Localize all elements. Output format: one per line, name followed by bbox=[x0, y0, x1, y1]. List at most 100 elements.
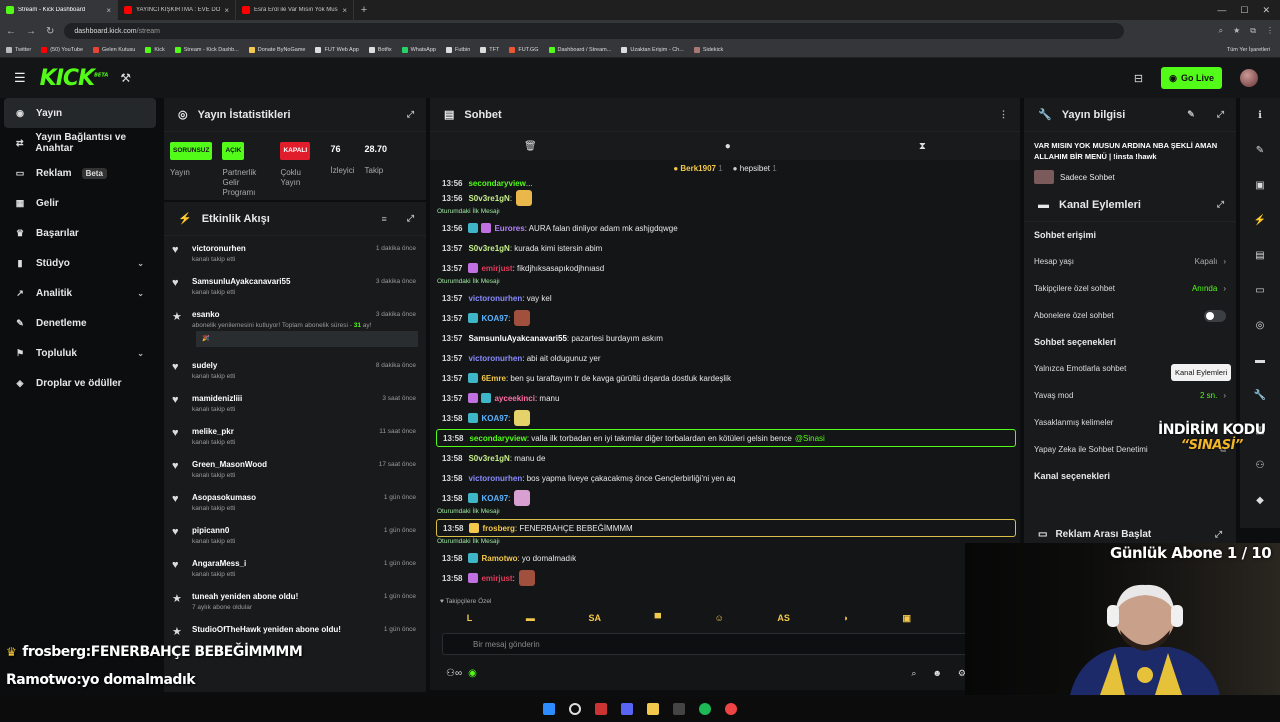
message-username[interactable]: emirjust bbox=[481, 574, 512, 583]
activity-name[interactable]: victoronurhen bbox=[192, 244, 246, 253]
message-username[interactable]: 6Emre bbox=[481, 374, 505, 383]
app-icon[interactable] bbox=[673, 702, 685, 715]
stream-category[interactable]: Sadece Sohbet bbox=[1060, 173, 1115, 182]
message-username[interactable]: S0v3re1gN bbox=[468, 194, 509, 203]
sidebar-item[interactable]: ↗ Analitik ⌄ bbox=[0, 278, 160, 308]
bookmark-item[interactable]: FUT.GG bbox=[509, 46, 539, 53]
pencil-icon[interactable]: ✎ bbox=[1240, 133, 1280, 168]
message-username[interactable]: emirjust bbox=[481, 264, 512, 273]
setting-row[interactable]: Takipçilere özel sohbet Anında › bbox=[1024, 275, 1236, 302]
channel-options-heading[interactable]: Kanal seçenekleri bbox=[1024, 463, 1236, 489]
avatar[interactable] bbox=[1240, 69, 1258, 87]
bookmark-item[interactable]: Sidekick bbox=[693, 46, 723, 53]
pinned-user[interactable]: ● hepsibet 1 bbox=[733, 164, 777, 173]
message-username[interactable]: victoronurhen bbox=[468, 474, 522, 483]
chat-input[interactable]: Bir mesaj gönderin bbox=[442, 633, 968, 655]
expand-icon[interactable]: ⤢ bbox=[407, 109, 414, 120]
browser-tab[interactable]: Esra Erol ile Var Mısın Yok Mus... × bbox=[236, 0, 354, 20]
minimize-icon[interactable]: — bbox=[1217, 5, 1226, 15]
mention[interactable]: @Sinasi bbox=[795, 434, 825, 443]
chat-icon[interactable]: ▭ bbox=[1240, 273, 1280, 308]
activity-name[interactable]: mamidenizliii bbox=[192, 394, 242, 403]
activity-name[interactable]: StudioOfTheHawk yeniden abone oldu! bbox=[192, 625, 341, 634]
message-username[interactable]: secondaryview bbox=[468, 179, 525, 188]
bookmark-item[interactable]: Stream - Kick Dashb... bbox=[174, 46, 239, 53]
bookmark-item[interactable]: Donate ByNoGame bbox=[248, 46, 305, 53]
message-username[interactable]: Ramotwo bbox=[481, 554, 517, 563]
bookmark-item[interactable]: TFT bbox=[480, 46, 499, 53]
obs-icon[interactable] bbox=[595, 702, 607, 715]
setting-row[interactable]: Hesap yaşı Kapalı › bbox=[1024, 248, 1236, 275]
emote[interactable]: AS bbox=[777, 613, 790, 623]
activity-name[interactable]: Asopasokumaso bbox=[192, 493, 256, 502]
back-icon[interactable]: ← bbox=[6, 26, 16, 37]
reload-icon[interactable]: ↻ bbox=[46, 26, 54, 37]
toggle-switch[interactable] bbox=[1204, 309, 1226, 322]
bolt-icon[interactable]: ⚡ bbox=[1240, 203, 1280, 238]
sidebar-item[interactable]: ▭ Reklam Beta bbox=[0, 158, 160, 188]
star-icon[interactable]: ★ bbox=[1233, 26, 1240, 36]
message-username[interactable]: KOA97 bbox=[481, 414, 508, 423]
menu-icon[interactable]: ⋮ bbox=[1266, 26, 1274, 36]
bookmark-item[interactable]: Kick bbox=[145, 46, 165, 53]
activity-name[interactable]: pipicann0 bbox=[192, 526, 235, 535]
sidebar-item[interactable]: ⇄ Yayın Bağlantısı ve Anahtar bbox=[0, 128, 160, 158]
diamond-icon[interactable]: ◆ bbox=[1240, 483, 1280, 518]
windows-start-icon[interactable] bbox=[543, 702, 555, 715]
activity-name[interactable]: AngaraMess_i bbox=[192, 559, 246, 568]
address-input[interactable]: dashboard.kick.com/stream bbox=[64, 23, 1125, 39]
expand-icon[interactable]: ⤢ bbox=[1215, 529, 1222, 540]
list-icon[interactable]: ▤ bbox=[1240, 238, 1280, 273]
sidebar-item[interactable]: ▦ Gelir bbox=[0, 188, 160, 218]
message-username[interactable]: KOA97 bbox=[481, 314, 508, 323]
wrench-icon[interactable]: 🔧 bbox=[1240, 378, 1280, 413]
emote[interactable]: L bbox=[467, 613, 473, 623]
new-tab-icon[interactable]: + bbox=[354, 0, 374, 20]
target-icon[interactable]: ◎ bbox=[1240, 308, 1280, 343]
activity-name[interactable]: melike_pkr bbox=[192, 427, 235, 436]
sidebar-item[interactable]: ✎ Denetleme bbox=[0, 308, 160, 338]
message-username[interactable]: ayceekinci bbox=[494, 394, 534, 403]
forward-icon[interactable]: → bbox=[26, 26, 36, 37]
trash-icon[interactable]: 🗑 bbox=[524, 141, 537, 152]
video-icon[interactable]: ▣ bbox=[1240, 168, 1280, 203]
activity-name[interactable]: sudely bbox=[192, 361, 235, 370]
expand-icon[interactable]: ⤢ bbox=[1217, 109, 1224, 120]
zoom-icon[interactable]: ⌕ bbox=[1219, 26, 1223, 36]
expand-icon[interactable]: ⤢ bbox=[1217, 199, 1224, 210]
activity-name[interactable]: tuneah yeniden abone oldu! bbox=[192, 592, 298, 601]
activity-name[interactable]: Green_MasonWood bbox=[192, 460, 267, 469]
emoji-icon[interactable]: ☻ bbox=[932, 668, 941, 679]
close-window-icon[interactable]: ✕ bbox=[1262, 5, 1270, 16]
bookmark-item[interactable]: Twitter bbox=[6, 46, 31, 53]
activity-name[interactable]: esanko bbox=[192, 310, 371, 319]
spotify-icon[interactable] bbox=[699, 702, 711, 715]
bookmark-item[interactable]: (50) YouTube bbox=[41, 46, 83, 53]
setting-row[interactable]: Abonelere özel sohbet bbox=[1024, 302, 1236, 329]
edit-icon[interactable]: ✎ bbox=[1187, 109, 1195, 120]
message-username[interactable]: Eurores bbox=[494, 224, 524, 233]
kick-logo[interactable]: KICKBETA bbox=[40, 66, 109, 91]
emote[interactable]: ▀ bbox=[655, 613, 661, 623]
folder-icon[interactable] bbox=[647, 702, 659, 715]
sidebar-item[interactable]: ⚑ Topluluk ⌄ bbox=[0, 338, 160, 368]
sidebar-item[interactable]: ◉ Yayın bbox=[4, 98, 156, 128]
browser-tab[interactable]: YAYINCI KIŞKIRTMA : EVE DÖN...× bbox=[118, 0, 236, 20]
go-live-button[interactable]: ◉ Go Live bbox=[1161, 67, 1222, 89]
bookmark-item[interactable]: FUT Web App bbox=[315, 46, 359, 53]
bookmark-item[interactable]: Futbin bbox=[445, 46, 470, 53]
sidebar-item[interactable]: ◈ Droplar ve ödüller bbox=[0, 368, 160, 398]
search-icon[interactable] bbox=[569, 702, 581, 715]
pinned-user[interactable]: ● Berk1907 1 bbox=[673, 164, 722, 173]
emote[interactable]: ☺ bbox=[715, 613, 724, 623]
channel-actions-icon[interactable]: ▬ bbox=[1240, 343, 1280, 378]
speech-bubble-icon[interactable]: ● bbox=[725, 141, 731, 152]
game-controller-icon[interactable]: ⊟ bbox=[1134, 72, 1143, 85]
users-icon[interactable]: ⚇∞ bbox=[446, 668, 462, 679]
info-icon[interactable]: ℹ bbox=[1240, 98, 1280, 133]
expand-icon[interactable]: ⤢ bbox=[407, 213, 414, 224]
message-username[interactable]: S0v3re1gN bbox=[468, 454, 509, 463]
search-icon[interactable]: ⌕ bbox=[911, 668, 916, 679]
bookmark-item[interactable]: Botfix bbox=[368, 46, 392, 53]
browser-tab[interactable]: Stream - Kick Dashboard × bbox=[0, 0, 118, 20]
